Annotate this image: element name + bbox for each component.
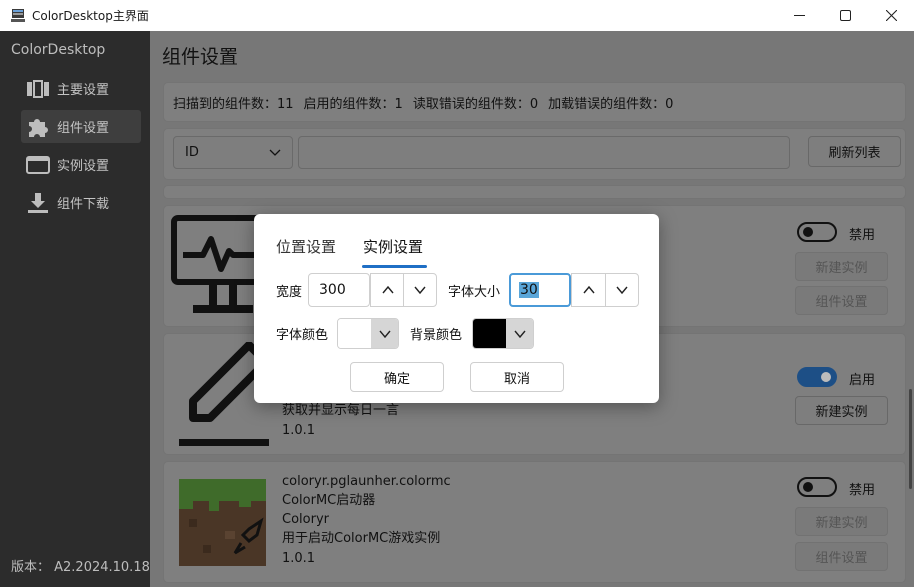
search-input[interactable] [298, 136, 790, 169]
version-label: 版本： A2.2024.10.18 [11, 560, 150, 575]
width-increment-button[interactable] [370, 273, 404, 307]
filter-bar: ID 刷新列表 [163, 128, 906, 180]
active-tab-indicator [362, 265, 427, 268]
chevron-down-icon [513, 330, 526, 338]
close-icon [885, 10, 897, 21]
component-settings-button[interactable]: 组件设置 [795, 286, 888, 315]
sidebar-item-label: 主要设置 [57, 83, 110, 98]
tab-position-settings[interactable]: 位置设置 [276, 236, 336, 257]
width-decrement-button[interactable] [403, 273, 437, 307]
component-version: 1.0.1 [282, 551, 316, 566]
enable-toggle[interactable] [797, 367, 837, 387]
stat-load-errors: 加载错误的组件数：0 [548, 96, 674, 112]
sidebar-item-label: 实例设置 [57, 159, 110, 174]
cancel-button[interactable]: 取消 [470, 362, 564, 392]
title-bar: ColorDesktop主界面 [0, 0, 914, 31]
minimize-icon [793, 15, 805, 16]
stats-bar: 扫描到的组件数：11 启用的组件数：1 读取错误的组件数：0 加载错误的组件数：… [163, 82, 906, 122]
puzzle-icon [26, 116, 50, 138]
bg-color-label: 背景颜色 [410, 328, 463, 343]
chevron-up-icon [381, 285, 394, 294]
component-description: 用于启动ColorMC游戏实例 [282, 531, 441, 546]
sidebar-item-label: 组件下载 [57, 197, 110, 212]
sidebar-item-component-settings[interactable]: 组件设置 [21, 110, 141, 143]
font-size-decrement-button[interactable] [605, 273, 639, 307]
new-instance-button[interactable]: 新建实例 [795, 396, 888, 425]
page-title: 组件设置 [162, 46, 239, 68]
close-button[interactable] [868, 0, 914, 31]
window-icon [26, 154, 50, 176]
component-settings-button[interactable]: 组件设置 [795, 542, 888, 571]
chevron-down-icon [616, 286, 628, 295]
instance-settings-dialog: 位置设置 实例设置 宽度 300 字体大小 30 字体颜色 背景颜色 确定 取消 [254, 214, 659, 403]
sidebar-brand: ColorDesktop [11, 42, 106, 58]
font-size-input[interactable]: 30 [509, 273, 571, 307]
component-version: 1.0.1 [282, 423, 316, 438]
component-id: coloryr.pglaunher.colormc [282, 474, 451, 489]
stat-enabled: 启用的组件数：1 [303, 96, 403, 112]
toggle-label: 禁用 [849, 483, 876, 498]
download-icon [26, 192, 50, 214]
chevron-down-icon [378, 330, 391, 338]
chevron-up-icon [582, 285, 595, 294]
component-card: coloryr.pglaunher.colormc ColorMC启动器 Col… [163, 461, 906, 583]
sidebar-item-label: 组件设置 [57, 121, 110, 136]
enable-toggle[interactable] [797, 222, 837, 242]
font-color-picker[interactable] [337, 318, 399, 349]
enable-toggle[interactable] [797, 477, 837, 497]
stat-scanned: 扫描到的组件数：11 [173, 96, 294, 112]
bg-color-picker[interactable] [472, 318, 534, 349]
font-size-label: 字体大小 [448, 285, 501, 300]
chevron-down-icon [269, 149, 281, 156]
app-icon [10, 8, 26, 24]
sidebar: ColorDesktop 主要设置 组件设置 实例设置 组件下载 版本： A2.… [0, 31, 150, 587]
new-instance-button[interactable]: 新建实例 [795, 507, 888, 536]
new-instance-button[interactable]: 新建实例 [795, 252, 888, 281]
filter-select-value: ID [185, 145, 199, 160]
font-color-label: 字体颜色 [276, 328, 329, 343]
font-color-swatch [338, 319, 371, 348]
component-name: ColorMC启动器 [282, 493, 376, 508]
maximize-button[interactable] [822, 0, 868, 31]
component-description: 获取并显示每日一言 [282, 403, 400, 418]
minimize-button[interactable] [776, 0, 822, 31]
toggle-label: 启用 [849, 373, 876, 388]
toggle-label: 禁用 [849, 228, 876, 243]
font-size-increment-button[interactable] [571, 273, 605, 307]
width-label: 宽度 [276, 285, 303, 300]
sidebar-item-component-download[interactable]: 组件下载 [21, 186, 141, 219]
confirm-button[interactable]: 确定 [350, 362, 444, 392]
stat-read-errors: 读取错误的组件数：0 [412, 96, 539, 112]
minecraft-icon [179, 479, 266, 566]
refresh-list-button[interactable]: 刷新列表 [808, 136, 901, 167]
tab-instance-settings[interactable]: 实例设置 [363, 236, 423, 257]
chevron-down-icon [414, 286, 426, 295]
list-top-strip [163, 185, 906, 199]
maximize-icon [839, 10, 851, 21]
bg-color-swatch [473, 319, 506, 348]
window-title: ColorDesktop主界面 [32, 9, 149, 23]
scrollbar-thumb[interactable] [909, 389, 912, 489]
book-icon [26, 78, 50, 100]
component-author: Coloryr [282, 512, 329, 527]
sidebar-item-instance-settings[interactable]: 实例设置 [21, 148, 141, 181]
sidebar-item-main-settings[interactable]: 主要设置 [21, 72, 141, 105]
filter-select[interactable]: ID [173, 136, 293, 169]
width-input[interactable]: 300 [308, 273, 370, 307]
